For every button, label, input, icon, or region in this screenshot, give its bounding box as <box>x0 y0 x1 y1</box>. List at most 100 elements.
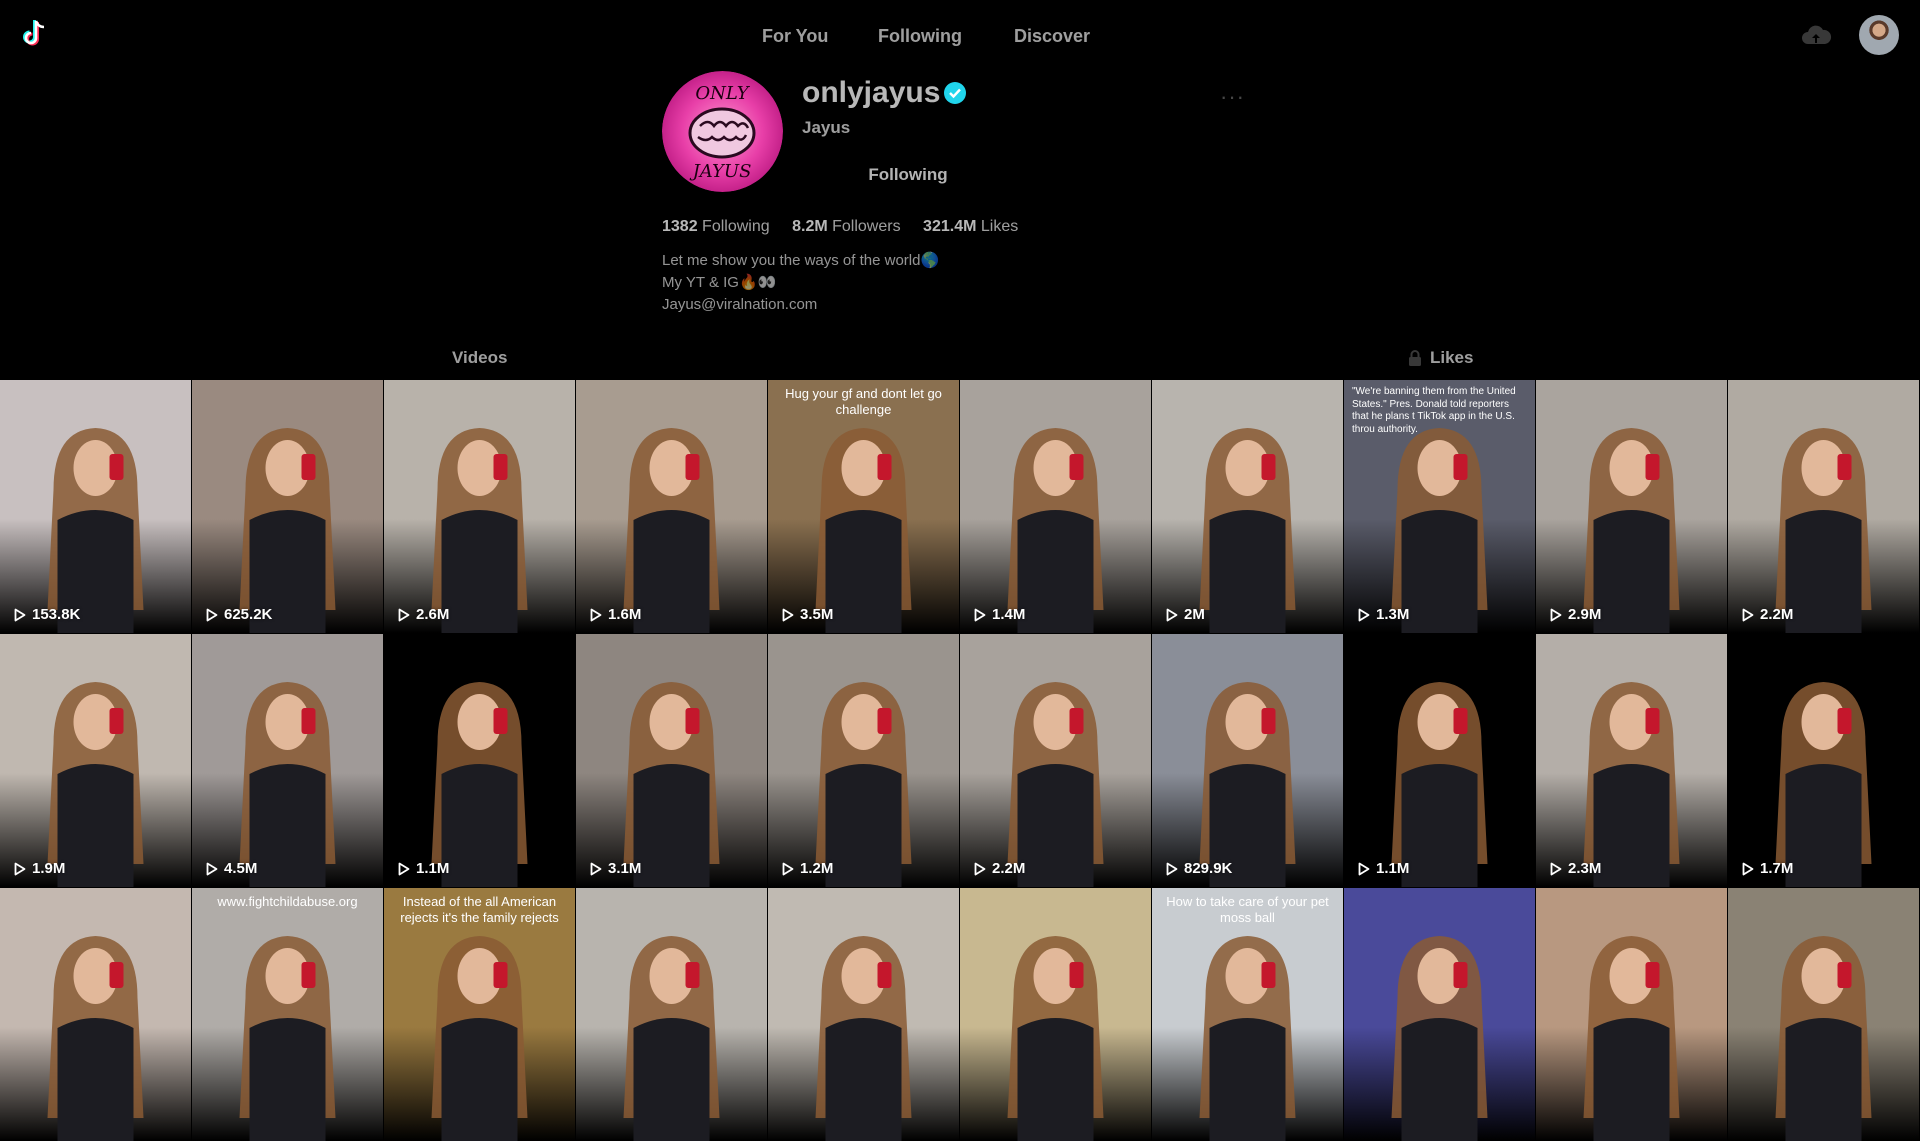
thumbnail-figure <box>1391 936 1488 1141</box>
thumbnail-figure <box>1199 682 1296 887</box>
play-icon <box>1742 608 1754 621</box>
video-tile[interactable]: 829.9K <box>1152 634 1343 887</box>
stat-following[interactable]: 1382 Following <box>662 218 770 235</box>
avatar-text-top: ONLY <box>695 83 750 104</box>
profile-avatar: ONLY JAYUS <box>662 71 783 192</box>
video-tile[interactable]: 625.2K <box>192 380 383 633</box>
play-icon <box>1166 862 1178 875</box>
video-tile[interactable]: 2.9M <box>1536 380 1727 633</box>
view-count: 2.3M <box>1550 860 1601 877</box>
tab-likes[interactable]: Likes <box>1408 348 1473 368</box>
view-count: 2.2M <box>1742 606 1793 623</box>
video-grid: 153.8K 625.2K 2.6M 1.6M Hug your gf and dont… <box>0 380 1920 1141</box>
thumbnail-figure <box>431 682 528 887</box>
thumbnail-figure <box>47 936 144 1141</box>
profile-username: onlyjayus <box>802 76 941 109</box>
top-bar: For You Following Discover <box>0 0 1920 72</box>
view-count: 3.1M <box>590 860 641 877</box>
play-icon <box>1358 608 1370 621</box>
main-nav: For You Following Discover <box>0 26 1920 50</box>
thumbnail-figure <box>239 936 336 1141</box>
video-tile[interactable]: www.fightchildabuse.org <box>192 888 383 1141</box>
video-tile[interactable]: Hug your gf and dont let go challenge 3.5… <box>768 380 959 633</box>
view-count: 1.7M <box>1742 860 1793 877</box>
thumbnail-figure <box>47 682 144 887</box>
thumbnail-figure <box>1199 428 1296 633</box>
video-tile[interactable]: 1.4M <box>960 380 1151 633</box>
video-tile[interactable] <box>1344 888 1535 1141</box>
video-tile[interactable] <box>768 888 959 1141</box>
play-icon <box>398 862 410 875</box>
view-count: 153.8K <box>14 606 80 623</box>
tab-videos[interactable]: Videos <box>452 348 507 368</box>
thumbnail-figure <box>1007 682 1104 887</box>
play-icon <box>782 862 794 875</box>
view-count: 1.1M <box>1358 860 1409 877</box>
video-tile[interactable] <box>1728 888 1919 1141</box>
video-tile[interactable]: 2.2M <box>960 634 1151 887</box>
video-tile[interactable]: 1.9M <box>0 634 191 887</box>
nav-for-you[interactable]: For You <box>762 26 828 47</box>
video-tile[interactable]: 2.2M <box>1728 380 1919 633</box>
play-icon <box>590 862 602 875</box>
video-tile[interactable] <box>576 888 767 1141</box>
thumbnail-figure <box>1775 682 1872 887</box>
thumbnail-figure <box>1775 428 1872 633</box>
play-icon <box>1742 862 1754 875</box>
view-count: 1.9M <box>14 860 65 877</box>
video-tile[interactable]: 3.1M <box>576 634 767 887</box>
play-icon <box>206 608 218 621</box>
video-caption: www.fightchildabuse.org <box>217 894 358 909</box>
video-caption: How to take care of your pet moss ball <box>1166 894 1329 926</box>
video-tile[interactable]: 1.2M <box>768 634 959 887</box>
thumbnail-figure <box>815 936 912 1141</box>
play-icon <box>14 608 26 621</box>
video-tile[interactable]: 2M <box>1152 380 1343 633</box>
video-tile[interactable]: Instead of the all American rejects it's… <box>384 888 575 1141</box>
thumbnail-figure <box>239 428 336 633</box>
thumbnail-figure <box>1583 682 1680 887</box>
thumbnail-figure <box>623 682 720 887</box>
thumbnail-figure <box>1583 936 1680 1141</box>
more-options-icon[interactable]: ··· <box>1220 84 1245 110</box>
verified-badge-icon <box>944 82 966 104</box>
play-icon <box>974 608 986 621</box>
video-tile[interactable]: 1.7M <box>1728 634 1919 887</box>
thumbnail-figure <box>623 428 720 633</box>
video-tile[interactable]: 1.1M <box>384 634 575 887</box>
video-tile[interactable]: 2.6M <box>384 380 575 633</box>
bio-email: Jayus@viralnation.com <box>662 296 818 313</box>
video-tile[interactable] <box>0 888 191 1141</box>
video-tile[interactable]: 1.1M <box>1344 634 1535 887</box>
video-tile[interactable]: 153.8K <box>0 380 191 633</box>
lock-icon <box>1408 350 1422 366</box>
thumbnail-figure <box>815 682 912 887</box>
thumbnail-figure <box>1583 428 1680 633</box>
video-tile[interactable] <box>1536 888 1727 1141</box>
profile-bio: Let me show you the ways of the world🌎 M… <box>662 250 939 316</box>
thumbnail-figure <box>1775 936 1872 1141</box>
video-caption: Instead of the all American rejects it's… <box>400 894 559 926</box>
play-icon <box>782 608 794 621</box>
view-count: 2.9M <box>1550 606 1601 623</box>
play-icon <box>1550 862 1562 875</box>
view-count: 1.3M <box>1358 606 1409 623</box>
upload-cloud-icon[interactable] <box>1800 22 1832 50</box>
view-count: 1.2M <box>782 860 833 877</box>
play-icon <box>590 608 602 621</box>
nav-discover[interactable]: Discover <box>1014 26 1090 47</box>
view-count: 4.5M <box>206 860 257 877</box>
bio-line: My YT & IG🔥👀 <box>662 274 777 291</box>
following-button[interactable]: Following <box>838 160 978 190</box>
video-tile[interactable] <box>960 888 1151 1141</box>
thumbnail-figure <box>1391 682 1488 887</box>
nav-following[interactable]: Following <box>878 26 962 47</box>
user-avatar[interactable] <box>1859 15 1899 55</box>
play-icon <box>206 862 218 875</box>
stat-followers[interactable]: 8.2M Followers <box>792 218 901 235</box>
video-tile[interactable]: "We're banning them from the United Stat… <box>1344 380 1535 633</box>
video-tile[interactable]: 1.6M <box>576 380 767 633</box>
video-tile[interactable]: 2.3M <box>1536 634 1727 887</box>
video-tile[interactable]: How to take care of your pet moss ball <box>1152 888 1343 1141</box>
video-tile[interactable]: 4.5M <box>192 634 383 887</box>
